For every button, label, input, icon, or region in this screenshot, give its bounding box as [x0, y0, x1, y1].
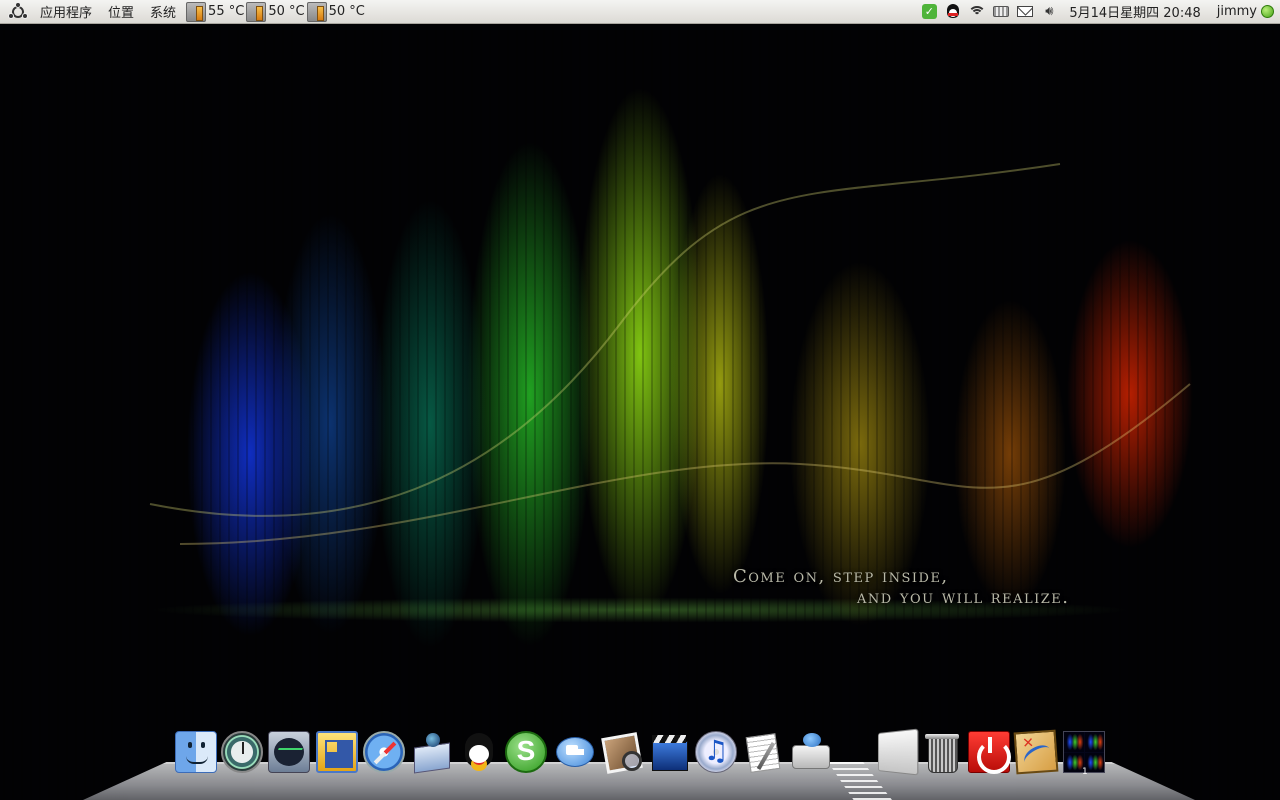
qq-app-icon[interactable] [458, 731, 500, 773]
finder-icon[interactable] [175, 731, 217, 773]
wifi-icon[interactable] [968, 3, 987, 21]
volume-icon[interactable]: 🔊︎ [1040, 3, 1058, 21]
cpu-temp-3[interactable]: 50 °C [306, 1, 365, 22]
printer-icon[interactable] [789, 731, 831, 773]
temperature-chip-icon [306, 1, 327, 22]
time-machine-icon[interactable] [221, 731, 263, 773]
keyboard-icon[interactable] [992, 3, 1010, 21]
wallpaper-tagline-line2: and you will realize. [857, 587, 1070, 608]
user-status-icon[interactable] [1261, 5, 1274, 18]
cpu-temp-2[interactable]: 50 °C [246, 1, 305, 22]
trash-icon[interactable] [921, 731, 963, 773]
cpu-temp-1[interactable]: 55 °C [186, 1, 245, 22]
top-panel: 应用程序 位置 系统 55 °C 50 °C 50 °C ✓ 🔊︎ 5月14日星… [0, 0, 1280, 24]
menu-places[interactable]: 位置 [100, 0, 142, 23]
itunes-icon[interactable] [695, 731, 737, 773]
activity-monitor-icon[interactable] [268, 731, 310, 773]
clock[interactable]: 5月14日星期四 20:48 [1061, 2, 1208, 21]
shutdown-icon[interactable] [968, 731, 1011, 774]
safari-icon[interactable] [363, 731, 405, 773]
username[interactable]: jimmy [1209, 4, 1261, 19]
ubuntu-logo-icon[interactable] [8, 1, 28, 22]
skype-icon[interactable] [505, 731, 547, 773]
im-status-icon[interactable]: ✓ [920, 3, 938, 21]
temperature-chip-icon [186, 1, 207, 22]
qq-icon[interactable] [944, 3, 962, 21]
map-icon[interactable] [1013, 729, 1059, 775]
temperature-chip-icon [246, 1, 267, 22]
menu-applications[interactable]: 应用程序 [32, 0, 100, 23]
cpu-temp-2-value: 50 °C [268, 4, 305, 19]
iphoto-icon[interactable] [600, 731, 642, 773]
menu-system[interactable]: 系统 [142, 0, 184, 23]
imovie-icon[interactable] [648, 731, 690, 773]
textedit-icon[interactable] [742, 731, 784, 773]
wallpaper-wave [149, 163, 1191, 545]
cpu-temp-1-value: 55 °C [208, 4, 245, 19]
mail-icon[interactable] [1016, 3, 1034, 21]
cpu-temp-3-value: 50 °C [328, 4, 365, 19]
ichat-icon[interactable] [553, 731, 595, 773]
workspace-number: 1 [1082, 767, 1088, 777]
expose-icon[interactable] [316, 731, 358, 773]
mail-app-icon[interactable] [410, 731, 452, 773]
workspace-switcher-icon[interactable]: 1 [1063, 731, 1105, 777]
wallpaper-tagline-line1: Come on, step inside, [733, 566, 949, 587]
